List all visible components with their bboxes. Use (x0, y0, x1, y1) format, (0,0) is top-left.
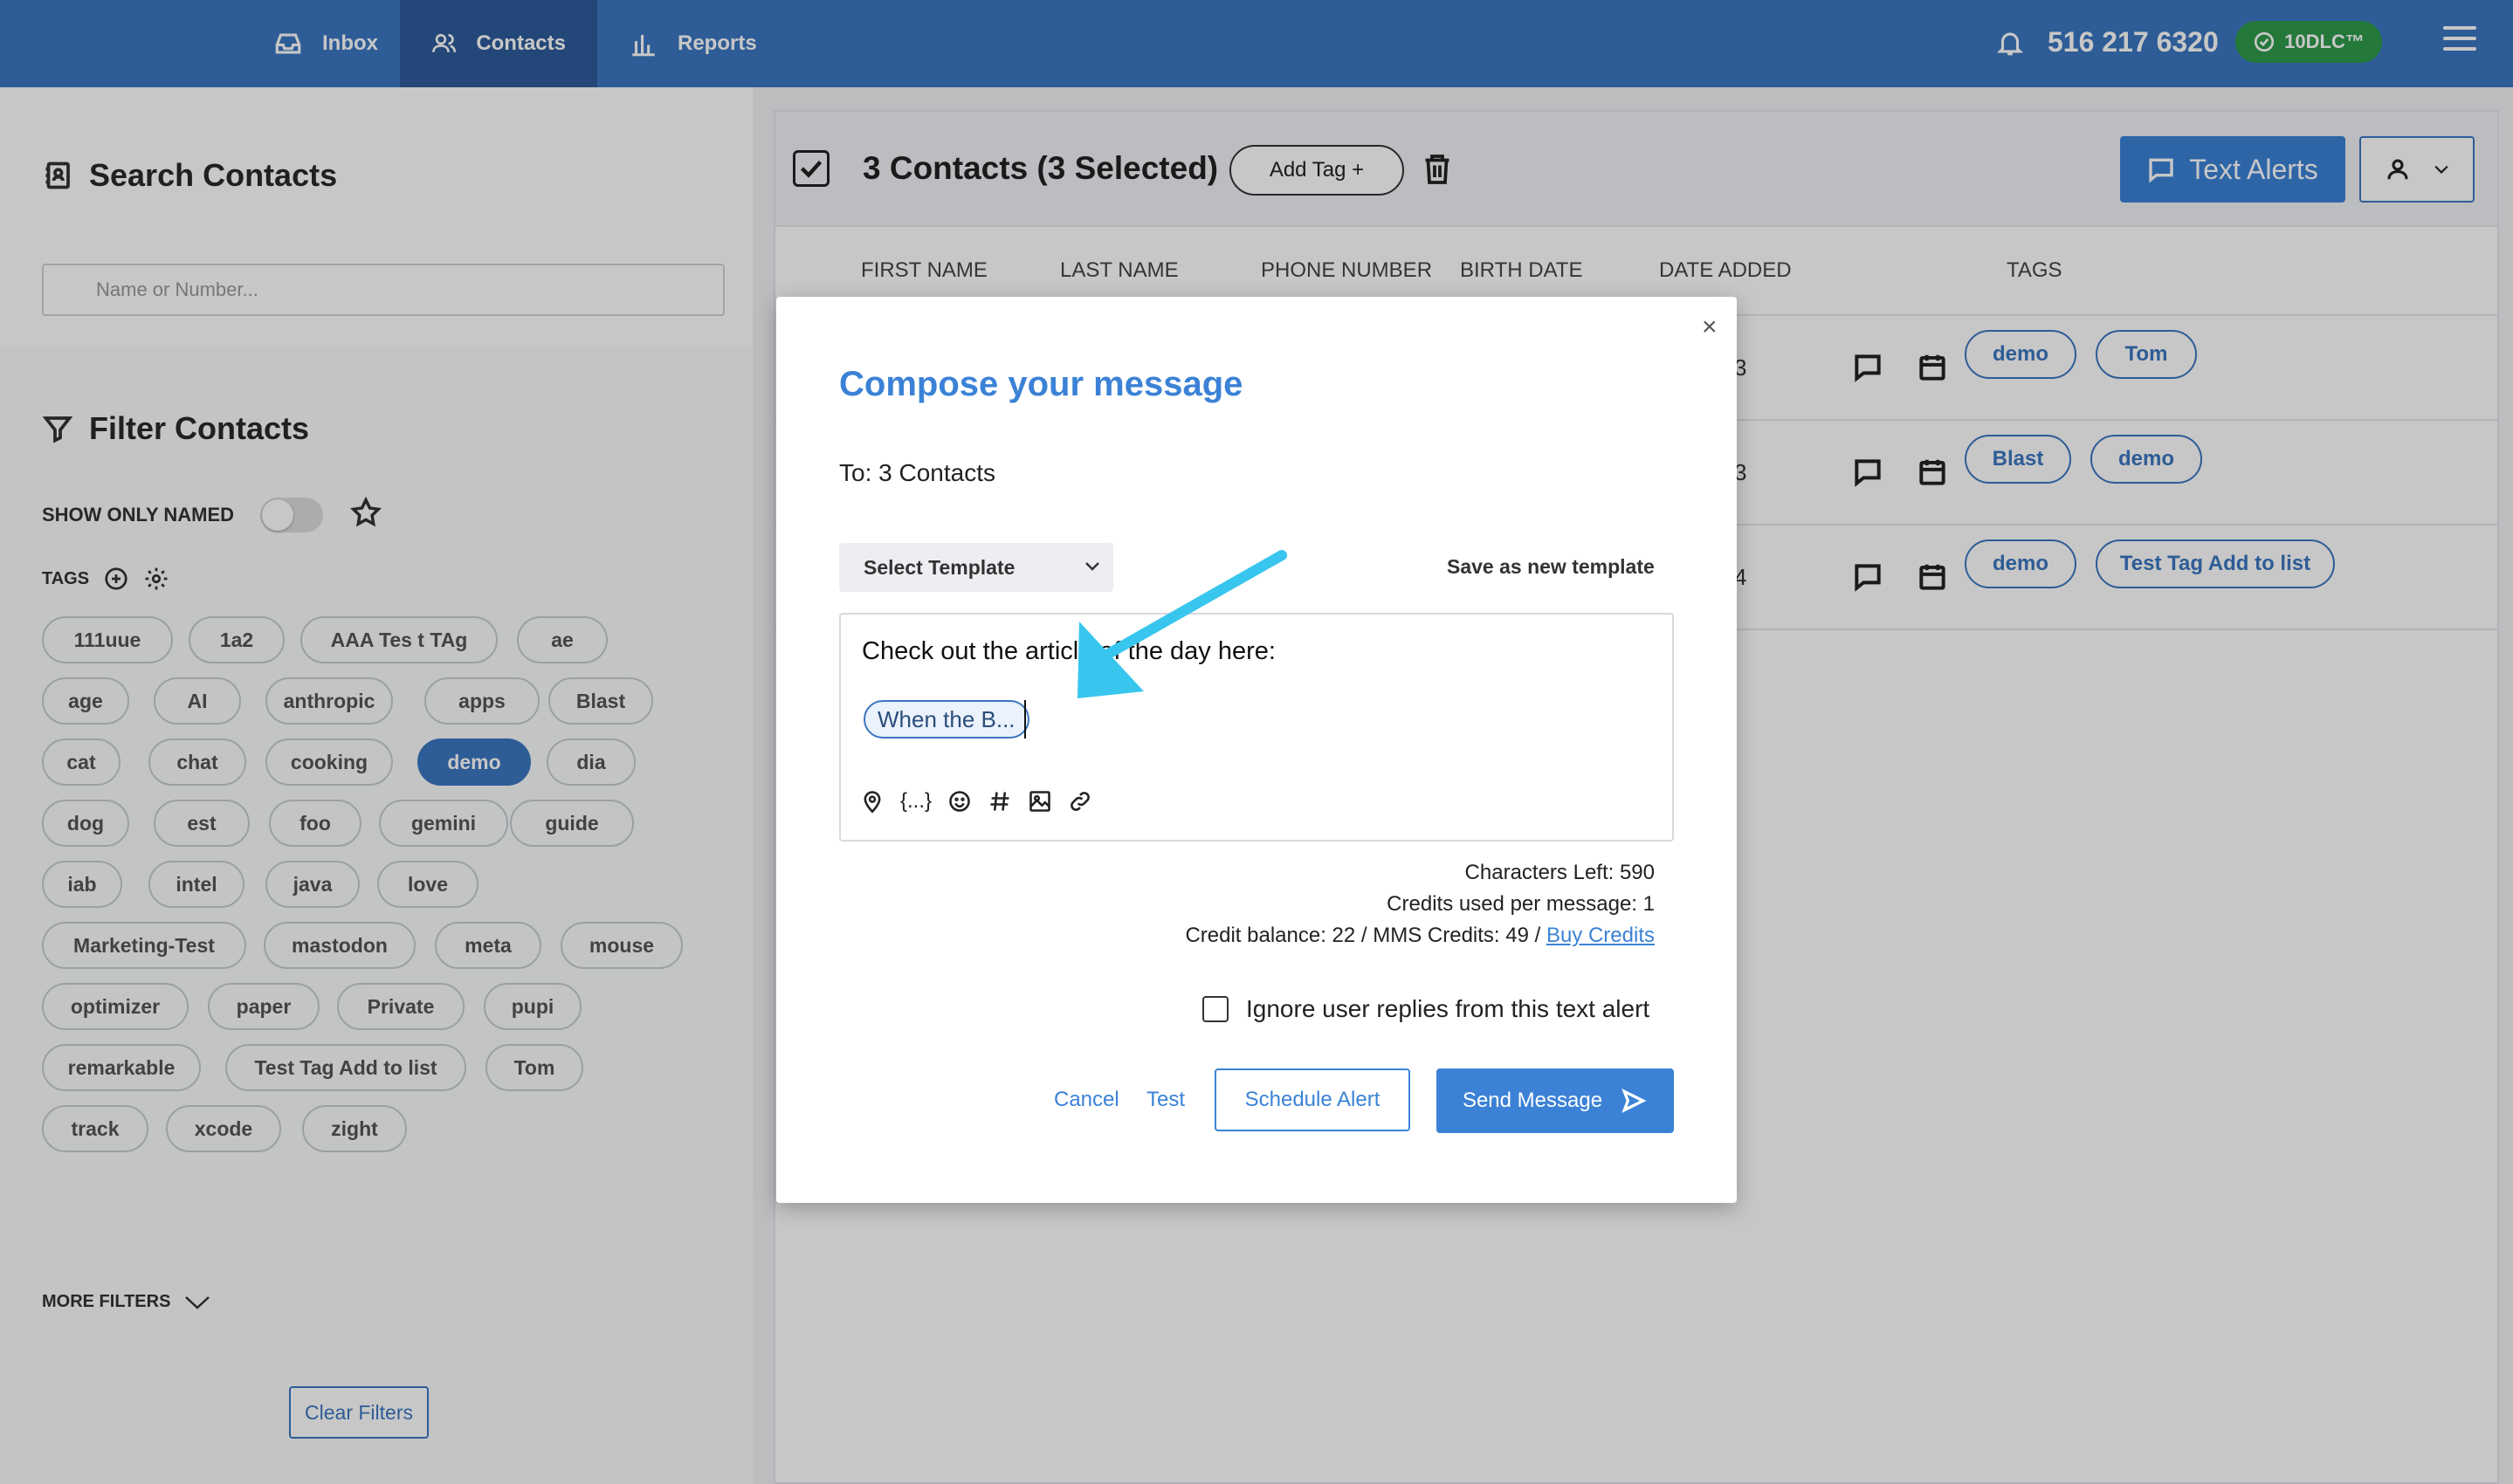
merge-field-icon[interactable]: {...} (900, 789, 932, 814)
compose-message-modal: × Compose your message To: 3 Contacts Se… (776, 297, 1737, 1203)
emoji-icon[interactable] (947, 789, 972, 814)
send-icon (1621, 1088, 1647, 1114)
modal-title: Compose your message (839, 365, 1243, 403)
link-chip[interactable]: When the B... (864, 700, 1029, 739)
send-message-label: Send Message (1462, 1089, 1603, 1112)
text-cursor (1024, 700, 1026, 739)
ignore-replies-label[interactable]: Ignore user replies from this text alert (1246, 995, 1649, 1023)
save-template-link[interactable]: Save as new template (1447, 555, 1655, 579)
editor-toolbar: {...} (860, 789, 1092, 814)
ignore-replies-row: Ignore user replies from this text alert (1202, 995, 1649, 1023)
credits-per-message: Credits used per message: 1 (1387, 892, 1655, 916)
template-select-value: Select Template (864, 555, 1016, 579)
test-button[interactable]: Test (1146, 1088, 1185, 1112)
ignore-replies-checkbox[interactable] (1202, 996, 1229, 1022)
image-icon[interactable] (1028, 789, 1052, 814)
characters-left: Characters Left: 590 (1464, 861, 1655, 884)
credit-balance: Credit balance: 22 / MMS Credits: 49 / (1185, 924, 1541, 947)
annotation-arrow-icon (1077, 550, 1287, 698)
location-pin-icon[interactable] (860, 789, 885, 814)
link-icon[interactable] (1068, 789, 1092, 814)
credit-balance-line: Credit balance: 22 / MMS Credits: 49 / B… (1185, 924, 1655, 948)
buy-credits-link[interactable]: Buy Credits (1546, 924, 1655, 947)
schedule-alert-button[interactable]: Schedule Alert (1215, 1068, 1410, 1131)
recipients-label: To: 3 Contacts (839, 459, 995, 486)
close-icon[interactable]: × (1702, 313, 1718, 342)
cancel-button[interactable]: Cancel (1054, 1088, 1119, 1112)
send-message-button[interactable]: Send Message (1436, 1068, 1674, 1133)
hashtag-icon[interactable] (988, 789, 1012, 814)
